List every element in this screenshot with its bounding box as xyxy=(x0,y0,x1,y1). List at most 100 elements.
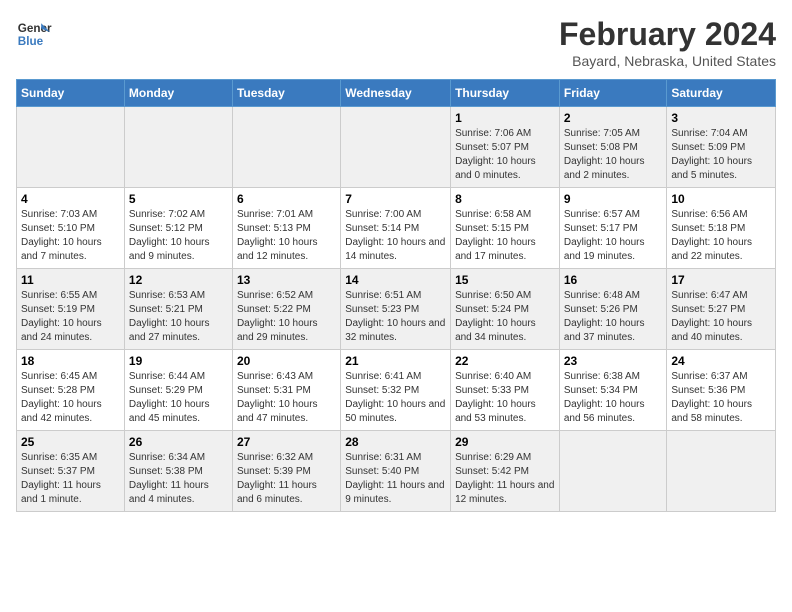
day-number: 7 xyxy=(345,192,446,206)
week-row-0: 1 Sunrise: 7:06 AM Sunset: 5:07 PM Daylig… xyxy=(17,107,776,188)
week-row-3: 18 Sunrise: 6:45 AM Sunset: 5:28 PM Dayli… xyxy=(17,350,776,431)
day-number: 18 xyxy=(21,354,120,368)
day-number: 23 xyxy=(564,354,663,368)
day-number: 6 xyxy=(237,192,336,206)
calendar-cell: 15Sunrise: 6:50 AM Sunset: 5:24 PM Dayli… xyxy=(451,269,560,350)
week-row-2: 11Sunrise: 6:55 AM Sunset: 5:19 PM Dayli… xyxy=(17,269,776,350)
day-number: 2 xyxy=(564,111,663,125)
day-number: 5 xyxy=(129,192,228,206)
page-header: General Blue February 2024 Bayard, Nebra… xyxy=(16,16,776,69)
weekday-header-monday: Monday xyxy=(124,80,232,107)
day-info: Sunrise: 6:58 AM Sunset: 5:15 PM Dayligh… xyxy=(455,208,555,264)
day-number: 26 xyxy=(129,435,228,449)
calendar-cell: 13 Sunrise: 6:52 AM Sunset: 5:22 PM Dayli… xyxy=(232,269,340,350)
svg-text:Blue: Blue xyxy=(18,35,44,48)
day-info: Sunrise: 6:57 AM Sunset: 5:17 PM Dayligh… xyxy=(564,208,663,264)
calendar-cell: 12 Sunrise: 6:53 AM Sunset: 5:21 PM Dayli… xyxy=(124,269,232,350)
day-number: 1 xyxy=(455,111,555,125)
day-number: 27 xyxy=(237,435,336,449)
logo: General Blue xyxy=(16,16,52,52)
day-info: Sunrise: 6:56 AM Sunset: 5:18 PM Dayligh… xyxy=(671,208,771,264)
day-info: Sunrise: 6:35 AM Sunset: 5:37 PM Dayligh… xyxy=(21,451,120,507)
calendar-cell: 28 Sunrise: 6:31 AM Sunset: 5:40 PM Dayli… xyxy=(341,431,451,512)
day-number: 13 xyxy=(237,273,336,287)
calendar-table: SundayMondayTuesdayWednesdayThursdayFrid… xyxy=(16,79,776,512)
title-area: February 2024 Bayard, Nebraska, United S… xyxy=(559,16,776,69)
calendar-cell: 19 Sunrise: 6:44 AM Sunset: 5:29 PM Dayli… xyxy=(124,350,232,431)
calendar-cell: 7 Sunrise: 7:00 AM Sunset: 5:14 PM Daylig… xyxy=(341,188,451,269)
day-number: 3 xyxy=(671,111,771,125)
day-info: Sunrise: 6:53 AM Sunset: 5:21 PM Dayligh… xyxy=(129,289,228,345)
week-row-4: 25 Sunrise: 6:35 AM Sunset: 5:37 PM Dayli… xyxy=(17,431,776,512)
day-number: 17 xyxy=(671,273,771,287)
calendar-cell: 23 Sunrise: 6:38 AM Sunset: 5:34 PM Dayli… xyxy=(559,350,667,431)
calendar-cell xyxy=(667,431,776,512)
day-info: Sunrise: 6:38 AM Sunset: 5:34 PM Dayligh… xyxy=(564,370,663,426)
calendar-cell: 3 Sunrise: 7:04 AM Sunset: 5:09 PM Daylig… xyxy=(667,107,776,188)
day-number: 14 xyxy=(345,273,446,287)
svg-text:General: General xyxy=(18,22,52,35)
day-number: 15 xyxy=(455,273,555,287)
day-info: Sunrise: 7:04 AM Sunset: 5:09 PM Dayligh… xyxy=(671,127,771,183)
calendar-cell: 6 Sunrise: 7:01 AM Sunset: 5:13 PM Daylig… xyxy=(232,188,340,269)
calendar-cell: 14 Sunrise: 6:51 AM Sunset: 5:23 PM Dayli… xyxy=(341,269,451,350)
calendar-cell: 18 Sunrise: 6:45 AM Sunset: 5:28 PM Dayli… xyxy=(17,350,125,431)
day-info: Sunrise: 6:48 AM Sunset: 5:26 PM Dayligh… xyxy=(564,289,663,345)
day-info: Sunrise: 6:51 AM Sunset: 5:23 PM Dayligh… xyxy=(345,289,446,345)
calendar-cell: 24 Sunrise: 6:37 AM Sunset: 5:36 PM Dayli… xyxy=(667,350,776,431)
day-info: Sunrise: 6:45 AM Sunset: 5:28 PM Dayligh… xyxy=(21,370,120,426)
weekday-header-row: SundayMondayTuesdayWednesdayThursdayFrid… xyxy=(17,80,776,107)
day-number: 10 xyxy=(671,192,771,206)
day-info: Sunrise: 6:41 AM Sunset: 5:32 PM Dayligh… xyxy=(345,370,446,426)
day-info: Sunrise: 6:52 AM Sunset: 5:22 PM Dayligh… xyxy=(237,289,336,345)
calendar-cell: 1 Sunrise: 7:06 AM Sunset: 5:07 PM Daylig… xyxy=(451,107,560,188)
day-number: 28 xyxy=(345,435,446,449)
weekday-header-wednesday: Wednesday xyxy=(341,80,451,107)
calendar-cell xyxy=(559,431,667,512)
day-info: Sunrise: 6:31 AM Sunset: 5:40 PM Dayligh… xyxy=(345,451,446,507)
calendar-cell xyxy=(232,107,340,188)
weekday-header-friday: Friday xyxy=(559,80,667,107)
day-number: 25 xyxy=(21,435,120,449)
calendar-cell: 17Sunrise: 6:47 AM Sunset: 5:27 PM Dayli… xyxy=(667,269,776,350)
calendar-cell: 8Sunrise: 6:58 AM Sunset: 5:15 PM Daylig… xyxy=(451,188,560,269)
day-info: Sunrise: 7:02 AM Sunset: 5:12 PM Dayligh… xyxy=(129,208,228,264)
calendar-cell: 29Sunrise: 6:29 AM Sunset: 5:42 PM Dayli… xyxy=(451,431,560,512)
day-number: 21 xyxy=(345,354,446,368)
day-number: 11 xyxy=(21,273,120,287)
day-info: Sunrise: 6:44 AM Sunset: 5:29 PM Dayligh… xyxy=(129,370,228,426)
day-number: 24 xyxy=(671,354,771,368)
calendar-cell: 10 Sunrise: 6:56 AM Sunset: 5:18 PM Dayli… xyxy=(667,188,776,269)
calendar-cell: 22 Sunrise: 6:40 AM Sunset: 5:33 PM Dayli… xyxy=(451,350,560,431)
day-info: Sunrise: 7:00 AM Sunset: 5:14 PM Dayligh… xyxy=(345,208,446,264)
day-info: Sunrise: 6:34 AM Sunset: 5:38 PM Dayligh… xyxy=(129,451,228,507)
calendar-cell xyxy=(124,107,232,188)
day-number: 4 xyxy=(21,192,120,206)
day-info: Sunrise: 7:03 AM Sunset: 5:10 PM Dayligh… xyxy=(21,208,120,264)
day-number: 19 xyxy=(129,354,228,368)
weekday-header-sunday: Sunday xyxy=(17,80,125,107)
calendar-cell: 2Sunrise: 7:05 AM Sunset: 5:08 PM Daylig… xyxy=(559,107,667,188)
day-info: Sunrise: 7:01 AM Sunset: 5:13 PM Dayligh… xyxy=(237,208,336,264)
calendar-cell: 25 Sunrise: 6:35 AM Sunset: 5:37 PM Dayli… xyxy=(17,431,125,512)
day-number: 22 xyxy=(455,354,555,368)
day-info: Sunrise: 6:40 AM Sunset: 5:33 PM Dayligh… xyxy=(455,370,555,426)
weekday-header-tuesday: Tuesday xyxy=(232,80,340,107)
week-row-1: 4 Sunrise: 7:03 AM Sunset: 5:10 PM Daylig… xyxy=(17,188,776,269)
calendar-cell: 5 Sunrise: 7:02 AM Sunset: 5:12 PM Daylig… xyxy=(124,188,232,269)
calendar-cell: 20Sunrise: 6:43 AM Sunset: 5:31 PM Dayli… xyxy=(232,350,340,431)
calendar-cell: 4 Sunrise: 7:03 AM Sunset: 5:10 PM Daylig… xyxy=(17,188,125,269)
day-number: 20 xyxy=(237,354,336,368)
day-number: 9 xyxy=(564,192,663,206)
calendar-cell: 11Sunrise: 6:55 AM Sunset: 5:19 PM Dayli… xyxy=(17,269,125,350)
day-info: Sunrise: 6:32 AM Sunset: 5:39 PM Dayligh… xyxy=(237,451,336,507)
day-info: Sunrise: 7:06 AM Sunset: 5:07 PM Dayligh… xyxy=(455,127,555,183)
day-number: 12 xyxy=(129,273,228,287)
day-info: Sunrise: 6:29 AM Sunset: 5:42 PM Dayligh… xyxy=(455,451,555,507)
location: Bayard, Nebraska, United States xyxy=(559,53,776,69)
weekday-header-thursday: Thursday xyxy=(451,80,560,107)
month-year: February 2024 xyxy=(559,16,776,53)
calendar-cell: 16Sunrise: 6:48 AM Sunset: 5:26 PM Dayli… xyxy=(559,269,667,350)
day-info: Sunrise: 6:37 AM Sunset: 5:36 PM Dayligh… xyxy=(671,370,771,426)
calendar-cell xyxy=(17,107,125,188)
